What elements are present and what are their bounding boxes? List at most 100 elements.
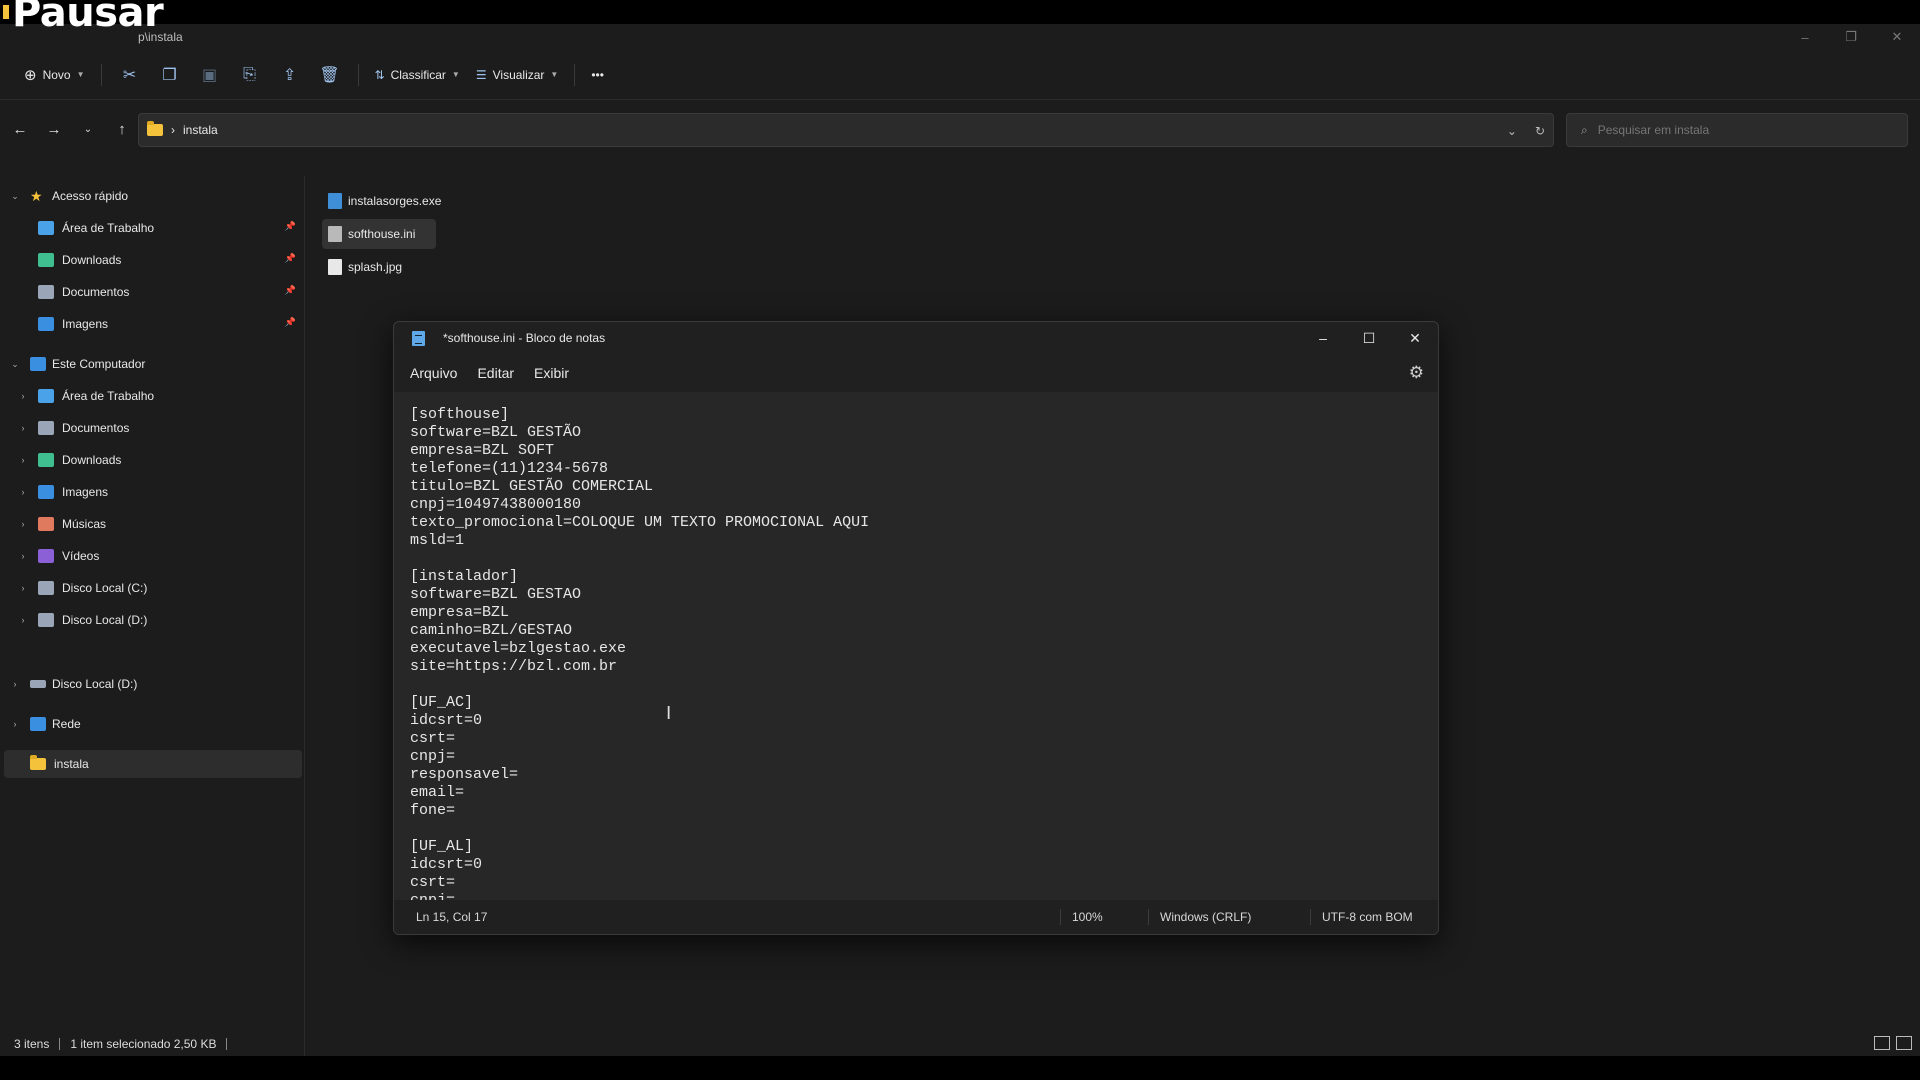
back-button[interactable]: ← — [6, 115, 34, 143]
sidebar-item[interactable]: › Documentos — [0, 414, 302, 442]
sidebar-item[interactable]: Downloads 📌 — [0, 246, 302, 274]
menu-edit[interactable]: Editar — [467, 359, 524, 387]
chevron-down-icon: ⌄ — [83, 123, 93, 135]
minimize-button[interactable]: – — [1782, 24, 1828, 50]
more-options-button[interactable]: ••• — [583, 59, 612, 91]
encoding: UTF-8 com BOM — [1322, 910, 1413, 924]
large-icons-view-icon[interactable] — [1896, 1036, 1912, 1050]
download-icon — [38, 253, 54, 267]
pause-indicator-icon — [3, 5, 9, 19]
expanded-chevron-icon[interactable]: ⌄ — [8, 359, 22, 370]
selection-info: 1 item selecionado 2,50 KB — [70, 1037, 217, 1051]
notepad-window-controls: – ☐ ✕ — [1300, 322, 1438, 354]
recent-locations-button[interactable]: ⌄ — [74, 115, 102, 143]
minimize-button[interactable]: – — [1300, 322, 1346, 354]
sidebar-item-instala[interactable]: instala — [4, 750, 302, 778]
delete-button[interactable]: 🗑 — [310, 59, 350, 91]
sidebar-item[interactable]: › Downloads — [0, 446, 302, 474]
sidebar-item[interactable]: › Imagens — [0, 478, 302, 506]
notepad-title: *softhouse.ini - Bloco de notas — [443, 331, 606, 345]
forward-button[interactable]: → — [40, 115, 68, 143]
paste-button[interactable]: ▣ — [190, 59, 230, 91]
file-item[interactable]: softhouse.ini — [322, 219, 436, 249]
sidebar-item[interactable]: Imagens 📌 — [0, 310, 302, 338]
notepad-editor[interactable]: [softhouse] software=BZL GESTÃO empresa=… — [394, 392, 1438, 902]
search-box[interactable]: ⌕ — [1566, 113, 1908, 147]
drive-icon — [30, 680, 46, 688]
sidebar-item-this-pc[interactable]: ⌄ Este Computador — [0, 350, 302, 378]
collapsed-chevron-icon[interactable]: › — [8, 719, 22, 729]
sidebar-item[interactable]: › Disco Local (C:) — [0, 574, 302, 602]
sidebar-item-quick-access[interactable]: ⌄ ★ Acesso rápido — [0, 182, 302, 210]
sidebar-item[interactable]: Documentos 📌 — [0, 278, 302, 306]
collapsed-chevron-icon[interactable]: › — [16, 583, 30, 593]
rename-button[interactable]: ⎘ — [230, 59, 270, 91]
sidebar-item[interactable]: Área de Trabalho 📌 — [0, 214, 302, 242]
sidebar-item-label: Vídeos — [62, 549, 100, 563]
sidebar-item-drive-d[interactable]: › Disco Local (D:) — [0, 670, 302, 698]
collapsed-chevron-icon[interactable]: › — [16, 391, 30, 401]
sort-label: Classificar — [390, 67, 446, 82]
pin-icon[interactable]: 📌 — [285, 253, 296, 264]
scissors-icon: ✂ — [122, 66, 137, 84]
maximize-button[interactable]: ☐ — [1346, 322, 1392, 354]
sidebar-item-label: Disco Local (C:) — [62, 581, 148, 595]
new-button[interactable]: ⊕ Novo ▼ — [16, 59, 93, 91]
view-button[interactable]: ☰ Visualizar ▼ — [468, 59, 567, 91]
menu-view[interactable]: Exibir — [524, 359, 579, 387]
breadcrumb-separator: › — [171, 123, 175, 137]
address-bar[interactable]: › instala ⌄ ↻ — [138, 113, 1554, 147]
pause-overlay-label[interactable]: Pausar — [12, 0, 164, 36]
close-button[interactable]: ✕ — [1874, 24, 1920, 50]
collapsed-chevron-icon[interactable]: › — [16, 455, 30, 465]
search-input[interactable] — [1597, 123, 1878, 137]
collapsed-chevron-icon[interactable]: › — [16, 551, 30, 561]
close-button[interactable]: ✕ — [1392, 322, 1438, 354]
file-name: splash.jpg — [348, 260, 403, 274]
rename-icon: ⎘ — [243, 65, 256, 83]
images-icon — [38, 317, 54, 331]
pin-icon[interactable]: 📌 — [285, 317, 296, 328]
search-icon: ⌕ — [1581, 122, 1588, 137]
sidebar-item-label: instala — [54, 757, 89, 771]
pin-icon[interactable]: 📌 — [285, 221, 296, 232]
sort-button[interactable]: ⇅ Classificar ▼ — [367, 59, 468, 91]
sidebar-item[interactable]: › Disco Local (D:) — [0, 606, 302, 634]
sidebar-item-label: Documentos — [62, 421, 130, 435]
chevron-down-icon: ▼ — [550, 70, 559, 79]
toolbar-divider — [574, 63, 576, 86]
up-button[interactable]: ↑ — [108, 115, 136, 143]
line-ending: Windows (CRLF) — [1160, 910, 1252, 924]
sidebar-item[interactable]: › Músicas — [0, 510, 302, 538]
sidebar-item-label: Área de Trabalho — [62, 389, 155, 403]
collapsed-chevron-icon[interactable]: › — [8, 679, 22, 689]
copy-button[interactable]: ❐ — [150, 59, 190, 91]
more-icon: ••• — [591, 67, 604, 82]
editor-content[interactable]: [softhouse] software=BZL GESTÃO empresa=… — [410, 406, 1422, 902]
address-history-chevron-icon[interactable]: ⌄ — [1507, 124, 1517, 138]
address-actions: ⌄ ↻ — [1507, 114, 1545, 148]
collapsed-chevron-icon[interactable]: › — [16, 423, 30, 433]
gear-icon[interactable]: ⚙ — [1409, 363, 1424, 383]
sidebar-item-network[interactable]: › Rede — [0, 710, 302, 738]
restore-button[interactable]: ❐ — [1828, 24, 1874, 50]
expanded-chevron-icon[interactable]: ⌄ — [8, 191, 22, 202]
command-bar: ⊕ Novo ▼ ✂ ❐ ▣ ⎘ ⇪ 🗑 ⇅ Classificar ▼ ☰ V… — [0, 50, 1920, 100]
collapsed-chevron-icon[interactable]: › — [16, 519, 30, 529]
refresh-icon[interactable]: ↻ — [1535, 124, 1545, 138]
image-file-icon — [328, 259, 342, 275]
collapsed-chevron-icon[interactable]: › — [16, 615, 30, 625]
sidebar-item[interactable]: › Área de Trabalho — [0, 382, 302, 410]
menu-file[interactable]: Arquivo — [400, 359, 467, 387]
collapsed-chevron-icon[interactable]: › — [16, 487, 30, 497]
arrow-left-icon: ← — [12, 120, 28, 138]
details-view-icon[interactable] — [1874, 1036, 1890, 1050]
share-button[interactable]: ⇪ — [270, 59, 310, 91]
breadcrumb-current[interactable]: instala — [183, 123, 218, 137]
cut-button[interactable]: ✂ — [110, 59, 150, 91]
sidebar-item[interactable]: › Vídeos — [0, 542, 302, 570]
file-item[interactable]: splash.jpg — [322, 252, 408, 282]
copy-icon: ❐ — [162, 66, 177, 84]
file-item[interactable]: instalasorges.exe — [322, 186, 447, 216]
pin-icon[interactable]: 📌 — [285, 285, 296, 296]
